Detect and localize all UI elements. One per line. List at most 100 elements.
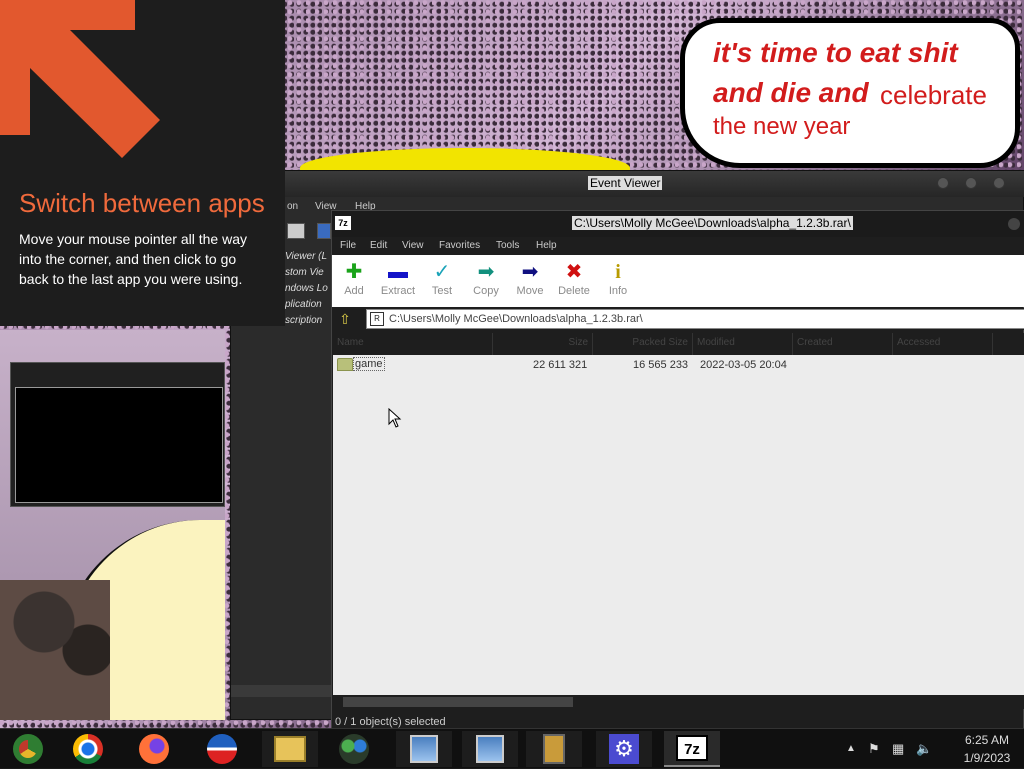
chrome-icon <box>73 734 103 764</box>
small-window-content <box>15 387 223 503</box>
archive-icon <box>543 734 565 764</box>
window-control-button[interactable] <box>1008 218 1020 230</box>
scrollbar-thumb[interactable] <box>343 697 573 707</box>
extract-icon: ▬ <box>388 261 408 283</box>
7zip-file-manager-window[interactable]: 7z C:\Users\Molly McGee\Downloads\alpha_… <box>331 210 1024 730</box>
ev-toolbar-icon[interactable] <box>287 223 305 239</box>
ev-tree-item[interactable]: scription <box>285 315 322 326</box>
row-name: game <box>353 357 385 371</box>
network-people-taskbar-button[interactable] <box>326 731 382 767</box>
chevron-up-icon[interactable]: ▲ <box>846 743 856 754</box>
speech-line-1: it's time to eat shit <box>713 37 958 68</box>
ev-menu-action[interactable]: on <box>287 201 298 212</box>
test-button[interactable]: ✓ Test <box>422 259 462 305</box>
row-modified: 2022-03-05 20:04 <box>700 359 787 371</box>
ev-tree-item[interactable]: plication <box>285 299 322 310</box>
chrome-canary-taskbar-button[interactable] <box>0 731 56 767</box>
event-viewer-titlebar[interactable]: Event Viewer <box>231 171 1024 197</box>
table-row[interactable]: game 22 611 321 16 565 233 2022-03-05 20… <box>333 355 1024 375</box>
firefox-icon <box>139 734 169 764</box>
event-viewer-title: Event Viewer <box>588 176 663 190</box>
menu-file[interactable]: File <box>340 240 356 251</box>
column-name[interactable]: Name <box>333 333 493 355</box>
taskbar: ⚙ 7z ▲ ⚑ ▦ 🔈 6:25 AM 1/9/2023 <box>0 728 1024 768</box>
maximize-button[interactable] <box>965 177 977 189</box>
obama-campaign-taskbar-button[interactable] <box>194 731 250 767</box>
close-button[interactable] <box>993 177 1005 189</box>
7zip-taskbar-button[interactable]: 7z <box>664 731 720 767</box>
menu-view[interactable]: View <box>402 240 424 251</box>
switch-apps-tip-panel: Switch between apps Move your mouse poin… <box>0 0 285 326</box>
speech-line-2: and die and <box>713 77 869 108</box>
menu-help[interactable]: Help <box>536 240 557 251</box>
add-icon: ✚ <box>345 261 363 283</box>
remote-desktop-icon <box>476 735 504 763</box>
menu-favorites[interactable]: Favorites <box>439 240 480 251</box>
archive-icon: R <box>370 312 384 326</box>
path-input[interactable]: R C:\Users\Molly McGee\Downloads\alpha_1… <box>366 309 1024 329</box>
info-button[interactable]: i Info <box>598 259 638 305</box>
delete-label: Delete <box>558 285 590 297</box>
archive-taskbar-button[interactable] <box>526 731 582 767</box>
arrow-up-left-icon <box>0 0 160 158</box>
7zip-titlebar[interactable]: 7z C:\Users\Molly McGee\Downloads\alpha_… <box>332 211 1024 237</box>
ev-tree-item[interactable]: ndows Lo <box>285 283 328 294</box>
test-icon: ✓ <box>433 261 451 283</box>
copy-label: Copy <box>473 285 499 297</box>
file-list-header: Name Size Packed Size Modified Created A… <box>333 333 1024 355</box>
column-modified[interactable]: Modified <box>693 333 793 355</box>
speech-line-3: the new year <box>713 113 851 140</box>
network-people-icon <box>339 734 369 764</box>
clock-date[interactable]: 1/9/2023 <box>955 751 1019 765</box>
column-packed-size[interactable]: Packed Size <box>593 333 693 355</box>
ev-horizontal-scrollbar[interactable] <box>231 685 331 697</box>
menu-edit[interactable]: Edit <box>370 240 387 251</box>
column-created[interactable]: Created <box>793 333 893 355</box>
chrome-canary-icon <box>13 734 43 764</box>
wallpaper-crowd <box>0 580 110 720</box>
ev-tree-item[interactable]: stom Vie <box>285 267 324 278</box>
delete-button[interactable]: ✖ Delete <box>554 259 594 305</box>
info-label: Info <box>608 285 628 297</box>
extract-label: Extract <box>380 285 416 297</box>
remote-desktop-taskbar-button-1[interactable] <box>396 731 452 767</box>
volume-icon[interactable]: 🔈 <box>916 741 932 757</box>
remote-desktop-taskbar-button-2[interactable] <box>462 731 518 767</box>
minimize-button[interactable] <box>937 177 949 189</box>
clock-time[interactable]: 6:25 AM <box>955 733 1019 747</box>
move-label: Move <box>516 285 544 297</box>
system-tray: ▲ ⚑ ▦ 🔈 6:25 AM 1/9/2023 <box>840 729 1024 769</box>
file-list[interactable]: Name Size Packed Size Modified Created A… <box>333 333 1024 695</box>
folder-icon <box>337 358 353 371</box>
remote-desktop-icon <box>410 735 438 763</box>
network-icon[interactable]: ▦ <box>892 741 904 757</box>
flag-icon[interactable]: ⚑ <box>868 741 880 757</box>
ev-toolbar-icon-2[interactable] <box>317 223 331 239</box>
settings-taskbar-button[interactable]: ⚙ <box>596 731 652 767</box>
path-text: C:\Users\Molly McGee\Downloads\alpha_1.2… <box>389 313 643 325</box>
7zip-menubar: File Edit View Favorites Tools Help <box>332 237 1024 255</box>
obama-logo-icon <box>207 734 237 764</box>
status-text: 0 / 1 object(s) selected <box>335 716 446 728</box>
gear-icon: ⚙ <box>609 734 639 764</box>
move-button[interactable]: ➡ Move <box>510 259 550 305</box>
add-label: Add <box>344 285 364 297</box>
info-icon: i <box>615 261 621 283</box>
7zip-app-icon: 7z <box>335 216 351 230</box>
mouse-cursor-icon <box>388 408 402 428</box>
copy-button[interactable]: ➡ Copy <box>466 259 506 305</box>
add-button[interactable]: ✚ Add <box>334 259 374 305</box>
test-label: Test <box>431 285 453 297</box>
delete-icon: ✖ <box>565 261 583 283</box>
ev-tree-item[interactable]: Viewer (L <box>285 251 327 262</box>
background-small-window[interactable] <box>10 362 225 507</box>
extract-button[interactable]: ▬ Extract <box>378 259 418 305</box>
menu-tools[interactable]: Tools <box>496 240 519 251</box>
file-explorer-taskbar-button[interactable] <box>262 731 318 767</box>
firefox-taskbar-button[interactable] <box>126 731 182 767</box>
column-size[interactable]: Size <box>493 333 593 355</box>
column-accessed[interactable]: Accessed <box>893 333 993 355</box>
chrome-taskbar-button[interactable] <box>60 731 116 767</box>
folder-up-icon[interactable]: ⇧ <box>335 310 355 328</box>
horizontal-scrollbar[interactable] <box>333 695 1024 709</box>
